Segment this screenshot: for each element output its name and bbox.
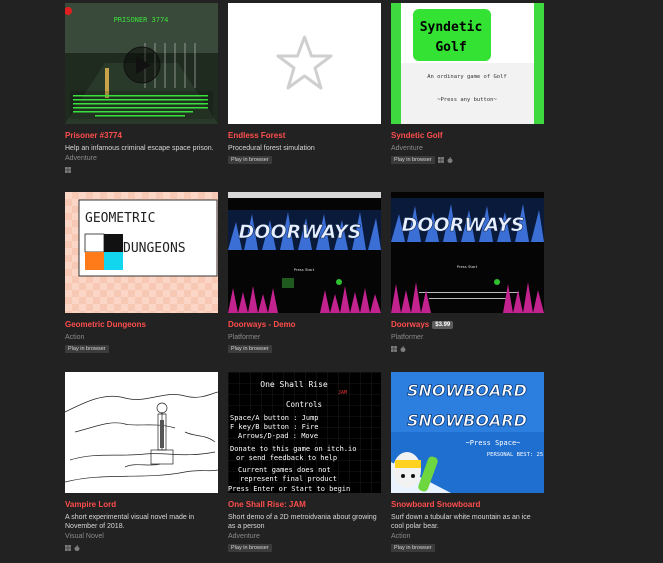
thumb-prompt-text: ~Press Space~: [466, 439, 521, 447]
play-in-browser-badge[interactable]: Play in browser: [228, 544, 272, 552]
game-cell-syndetic-golf: Syndetic Golf An ordinary game of Golf ~…: [391, 3, 544, 164]
windows-icon: [65, 545, 71, 551]
game-thumbnail[interactable]: One Shall Rise JAM Controls Space/A butt…: [228, 372, 381, 493]
play-in-browser-badge[interactable]: Play in browser: [228, 345, 272, 353]
thumb-subtitle-text: An ordinary game of Golf: [427, 74, 506, 80]
game-description: Surf down a tubular white mountain as an…: [391, 514, 531, 530]
svg-text:Golf: Golf: [435, 40, 466, 55]
thumbnail-image: [228, 3, 381, 124]
play-in-browser-badge[interactable]: Play in browser: [65, 345, 109, 353]
game-genre: Platformer: [391, 334, 424, 341]
svg-text:Space/A button : Jump: Space/A button : Jump: [230, 414, 319, 422]
game-description: A short experimental visual novel made i…: [65, 514, 195, 530]
windows-icon: [65, 167, 71, 173]
windows-icon: [437, 157, 444, 163]
game-cell-endless-forest: Endless Forest Procedural forest simulat…: [228, 3, 381, 164]
svg-text:represent final product: represent final product: [240, 475, 337, 483]
game-thumbnail[interactable]: SNOWBOARD SNOWBOARD ~Press Space~ PERSON…: [391, 372, 544, 493]
game-title[interactable]: Doorways: [391, 320, 429, 330]
svg-text:JAM: JAM: [338, 390, 347, 396]
thumb-prompt-text: ~Press any button~: [437, 97, 497, 103]
thumbnail-image: PRISONER 3774: [65, 3, 218, 124]
game-cell-doorways: DOORWAYS Press Start Doorways $3.99 Platf…: [391, 192, 544, 353]
svg-text:SNOWBOARD: SNOWBOARD: [407, 411, 527, 430]
apple-icon: [400, 346, 406, 352]
game-title[interactable]: Endless Forest: [228, 131, 285, 141]
thumbnail-image: DOORWAYS Press Start: [391, 192, 544, 313]
svg-text:Arrows/D-pad : Move: Arrows/D-pad : Move: [238, 432, 318, 440]
svg-text:DUNGEONS: DUNGEONS: [123, 241, 186, 256]
svg-text:Press Enter or Start to begin: Press Enter or Start to begin: [228, 485, 350, 493]
thumbnail-image: One Shall Rise JAM Controls Space/A butt…: [228, 372, 381, 493]
thumb-title-text: PRISONER 3774: [114, 16, 169, 24]
game-meta: [391, 345, 544, 353]
game-genre: Adventure: [391, 145, 423, 152]
game-thumbnail[interactable]: DOORWAYS Press Start: [228, 192, 381, 313]
svg-text:Current games does not: Current games does not: [238, 466, 331, 474]
game-meta: Play in browser: [391, 544, 544, 552]
game-genre: Visual Novel: [65, 533, 104, 540]
game-meta: Play in browser: [65, 345, 218, 353]
game-meta: Play in browser: [228, 156, 381, 164]
thumb-title-text: One Shall Rise: [260, 380, 328, 389]
game-grid: PRISONER 3774 Prisoner #3774 Help an inf…: [0, 0, 663, 563]
game-thumbnail[interactable]: [228, 3, 381, 124]
game-genre: Adventure: [65, 155, 97, 162]
game-thumbnail[interactable]: PRISONER 3774: [65, 3, 218, 124]
game-title[interactable]: Vampire Lord: [65, 500, 116, 510]
game-thumbnail[interactable]: [65, 372, 218, 493]
price-badge: $3.99: [432, 321, 454, 329]
game-title[interactable]: Geometric Dungeons: [65, 320, 146, 330]
game-meta: Play in browser: [228, 544, 381, 552]
apple-icon: [74, 545, 80, 551]
svg-text:F key/B button : Fire: F key/B button : Fire: [230, 423, 319, 431]
game-description: Short demo of a 2D metroidvania about gr…: [228, 514, 377, 530]
game-cell-doorways-demo: DOORWAYS Press Start Doorways - Demo Pla…: [228, 192, 381, 353]
thumb-score-text: PERSONAL BEST: 25: [487, 452, 543, 458]
game-description: Help an infamous criminal escape space p…: [65, 145, 214, 152]
game-thumbnail[interactable]: Syndetic Golf An ordinary game of Golf ~…: [391, 3, 544, 124]
apple-icon: [447, 157, 453, 163]
game-genre: Platformer: [228, 334, 261, 341]
thumbnail-image: GEOMETRIC DUNGEONS: [65, 192, 218, 313]
svg-text:Controls: Controls: [286, 400, 322, 409]
game-meta: [65, 544, 218, 552]
game-cell-geometric-dungeons: GEOMETRIC DUNGEONS Geometric Dungeons Ac…: [65, 192, 218, 353]
play-in-browser-badge[interactable]: Play in browser: [228, 156, 272, 164]
play-in-browser-badge[interactable]: Play in browser: [391, 544, 435, 552]
thumbnail-image: SNOWBOARD SNOWBOARD ~Press Space~ PERSON…: [391, 372, 544, 493]
game-description: Procedural forest simulation: [228, 145, 315, 152]
thumbnail-image: DOORWAYS Press Start: [228, 192, 381, 313]
thumb-title-text: GEOMETRIC: [85, 211, 155, 226]
game-title[interactable]: Prisoner #3774: [65, 131, 122, 141]
thumb-title-text: SNOWBOARD: [407, 381, 527, 400]
game-meta: Play in browser: [228, 345, 381, 353]
thumb-prompt-text: Press Start: [294, 267, 315, 272]
game-thumbnail[interactable]: DOORWAYS Press Start: [391, 192, 544, 313]
svg-text:Donate to this game on itch.io: Donate to this game on itch.io: [230, 445, 356, 453]
windows-icon: [391, 346, 397, 352]
game-genre: Adventure: [228, 533, 260, 540]
game-cell-prisoner: PRISONER 3774 Prisoner #3774 Help an inf…: [65, 3, 218, 174]
game-title[interactable]: Snowboard Snowboard: [391, 500, 480, 510]
game-genre: Action: [65, 334, 85, 341]
game-title[interactable]: Doorways - Demo: [228, 320, 296, 330]
game-meta: [65, 166, 218, 174]
game-thumbnail[interactable]: GEOMETRIC DUNGEONS: [65, 192, 218, 313]
game-cell-snowboard-snowboard: SNOWBOARD SNOWBOARD ~Press Space~ PERSON…: [391, 372, 544, 552]
game-cell-one-shall-rise: One Shall Rise JAM Controls Space/A butt…: [228, 372, 381, 552]
svg-text:or send feedback to help: or send feedback to help: [236, 454, 337, 462]
game-genre: Action: [391, 533, 411, 540]
game-meta: Play in browser: [391, 156, 544, 164]
thumb-prompt-text: Press Start: [457, 264, 478, 269]
game-cell-vampire-lord: Vampire Lord A short experimental visual…: [65, 372, 218, 552]
game-title[interactable]: Syndetic Golf: [391, 131, 443, 141]
play-in-browser-badge[interactable]: Play in browser: [391, 156, 435, 164]
thumbnail-image: [65, 372, 218, 493]
thumb-title-text: Syndetic: [420, 20, 483, 35]
game-title[interactable]: One Shall Rise: JAM: [228, 500, 306, 510]
thumb-title-text: DOORWAYS: [402, 214, 525, 236]
thumbnail-image: Syndetic Golf An ordinary game of Golf ~…: [391, 3, 544, 124]
thumb-title-text: DOORWAYS: [239, 221, 362, 243]
